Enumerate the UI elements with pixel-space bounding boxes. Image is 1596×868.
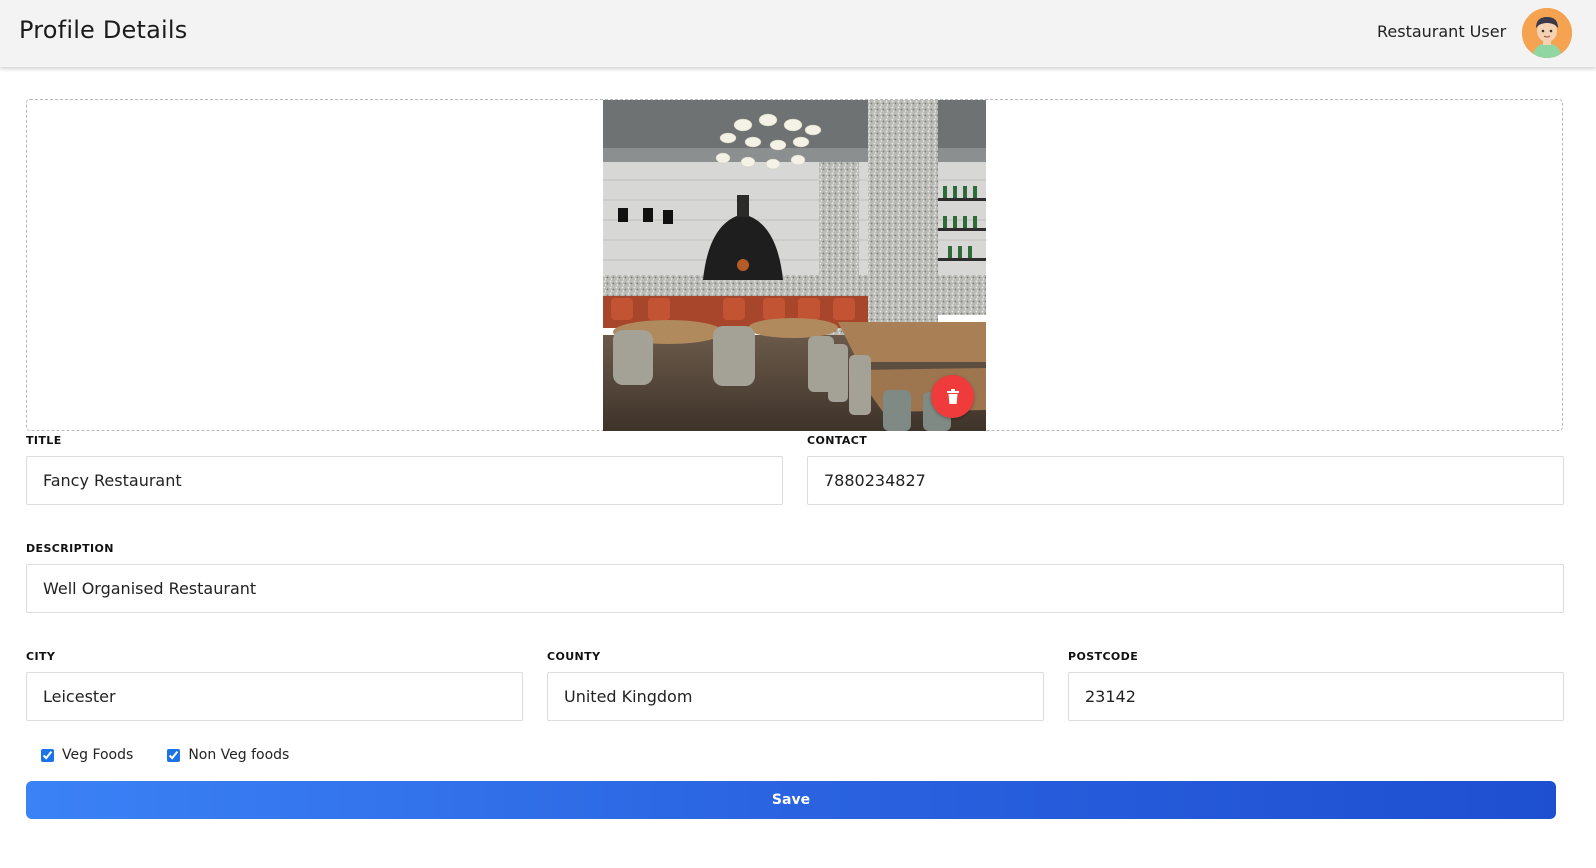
contact-label: CONTACT bbox=[807, 434, 868, 447]
top-header: Profile Details Restaurant User bbox=[0, 0, 1596, 67]
non-veg-foods-label: Non Veg foods bbox=[188, 747, 290, 763]
county-input[interactable] bbox=[547, 672, 1044, 721]
delete-image-button[interactable] bbox=[931, 375, 974, 418]
trash-icon bbox=[946, 388, 959, 404]
restaurant-image-preview bbox=[603, 100, 986, 431]
city-label: CITY bbox=[26, 650, 56, 663]
title-label: TITLE bbox=[26, 434, 62, 447]
page-title: Profile Details bbox=[19, 16, 188, 44]
contact-input[interactable] bbox=[807, 456, 1564, 505]
non-veg-foods-checkbox[interactable] bbox=[167, 748, 181, 762]
restaurant-photo bbox=[603, 100, 986, 431]
city-input[interactable] bbox=[26, 672, 523, 721]
food-type-options: Veg Foods Non Veg foods bbox=[41, 746, 323, 764]
postcode-label: POSTCODE bbox=[1068, 650, 1139, 663]
description-label: DESCRIPTION bbox=[26, 542, 114, 555]
veg-foods-checkbox[interactable] bbox=[41, 748, 54, 762]
user-name[interactable]: Restaurant User bbox=[1377, 22, 1506, 41]
description-input[interactable] bbox=[26, 564, 1564, 613]
save-button[interactable]: Save bbox=[26, 781, 1556, 819]
title-input[interactable] bbox=[26, 456, 783, 505]
non-veg-foods-option[interactable]: Non Veg foods bbox=[167, 747, 289, 763]
user-avatar-icon bbox=[1522, 8, 1572, 58]
postcode-input[interactable] bbox=[1068, 672, 1564, 721]
veg-foods-label: Veg Foods bbox=[62, 747, 134, 763]
avatar[interactable] bbox=[1522, 8, 1572, 58]
county-label: COUNTY bbox=[547, 650, 601, 663]
veg-foods-option[interactable]: Veg Foods bbox=[41, 747, 133, 763]
